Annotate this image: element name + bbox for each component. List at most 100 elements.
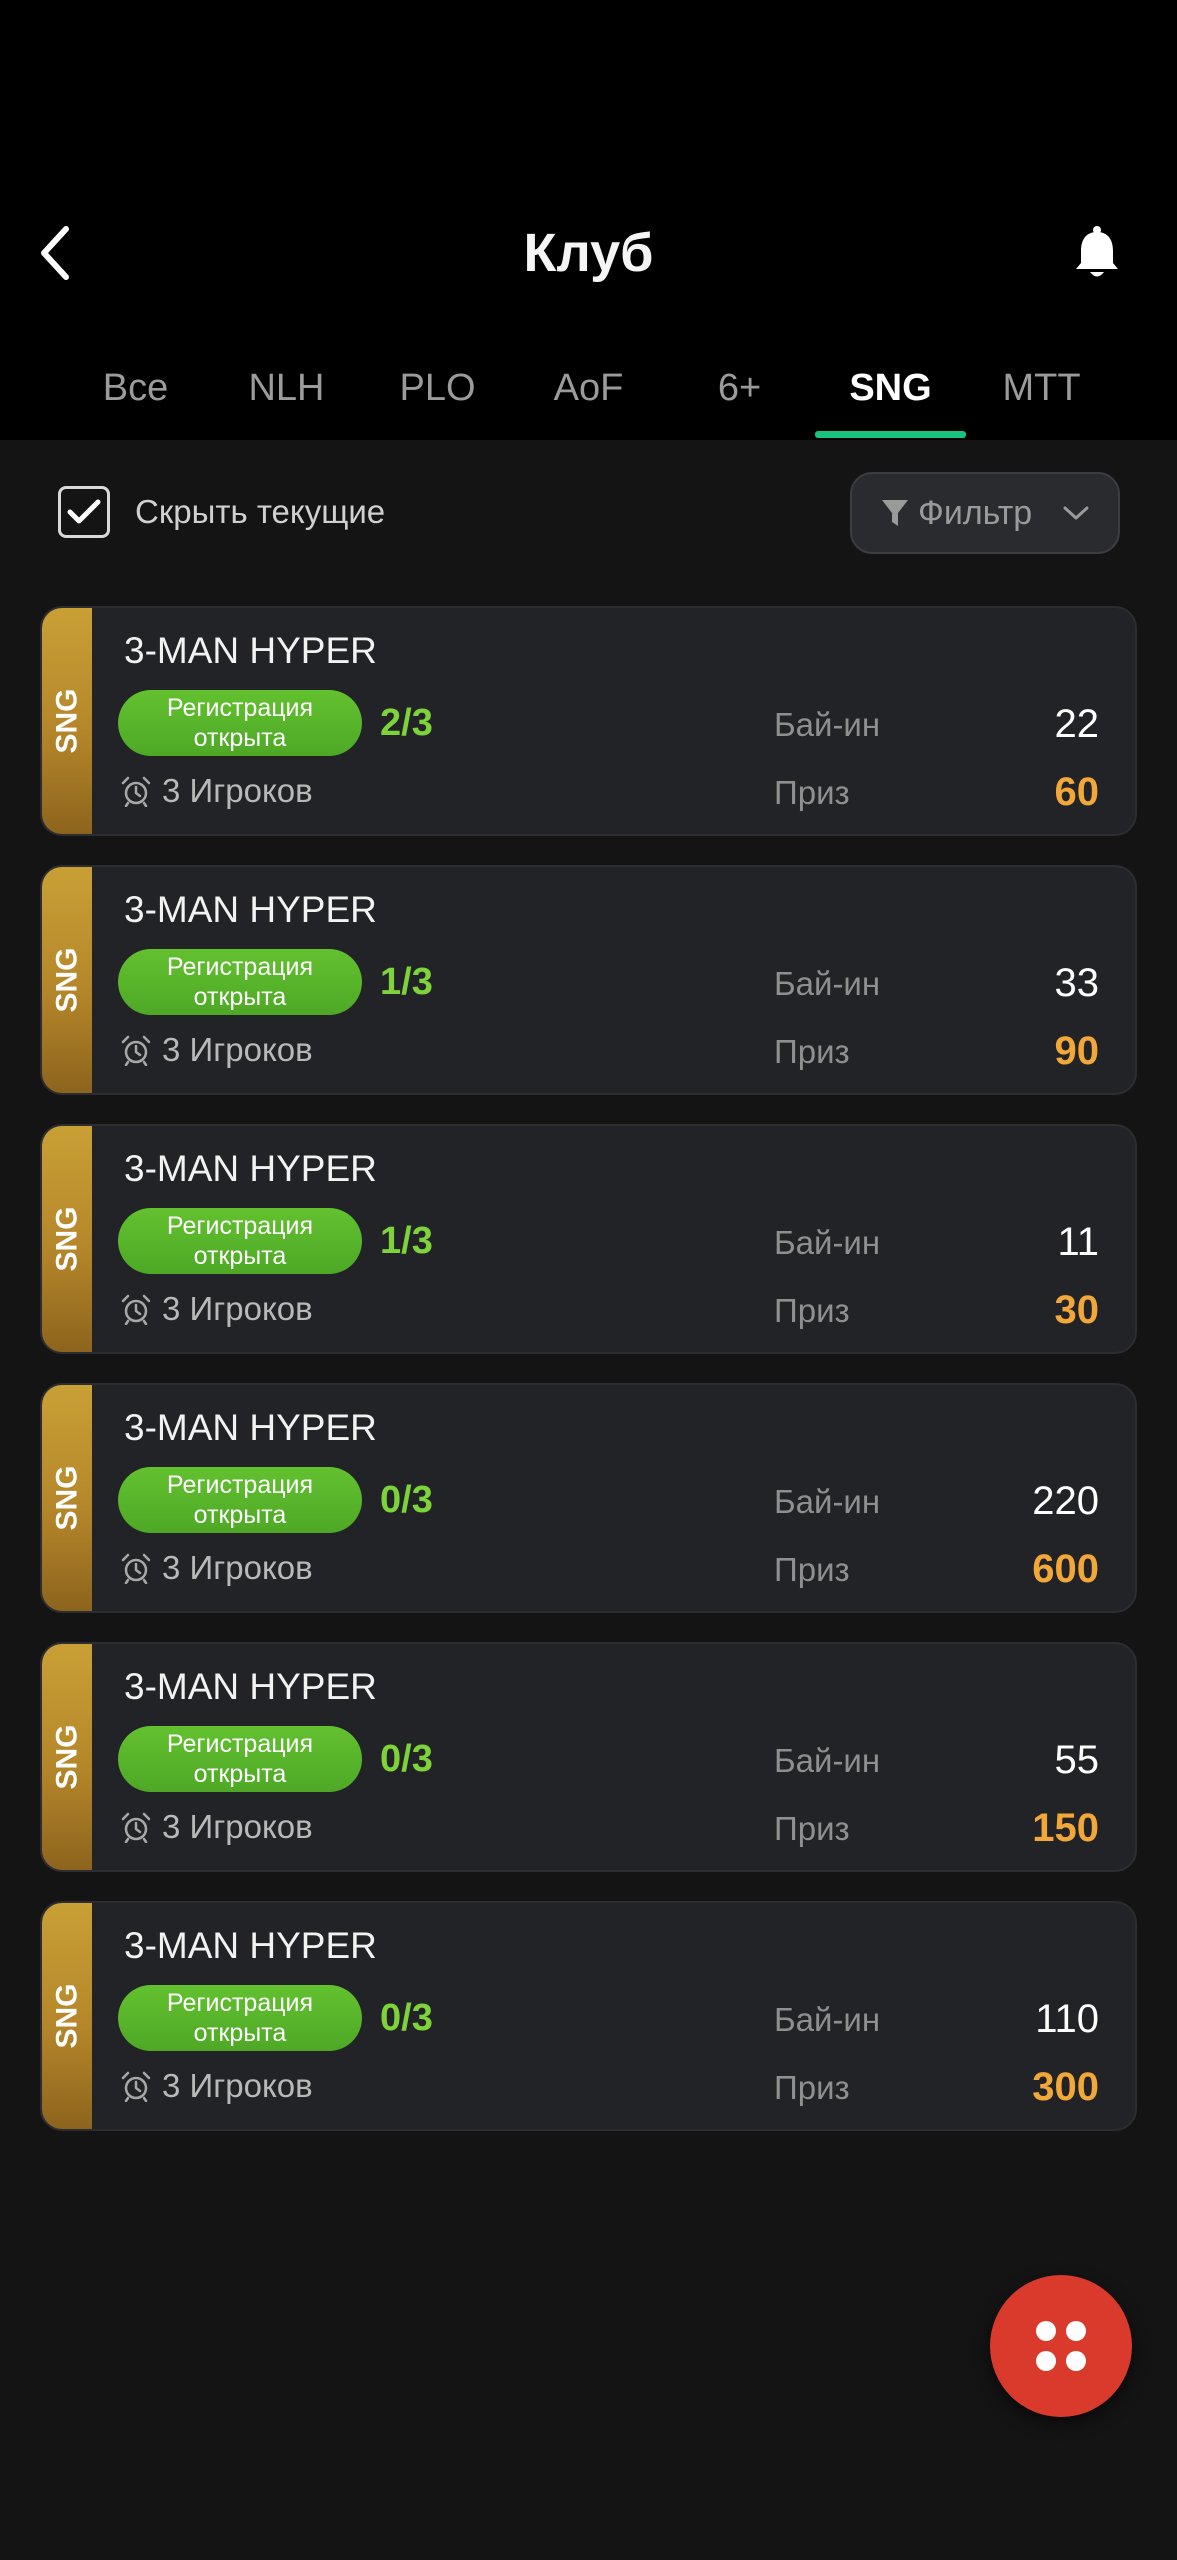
status-line-1: Регистрация [166, 1730, 314, 1758]
alarm-clock-icon [121, 1553, 151, 1584]
game-type-stripe: SNG [42, 1385, 92, 1611]
prize-value: 60 [1054, 770, 1100, 814]
players-info: 3 Игроков [120, 771, 313, 811]
buyin-value: 22 [1054, 702, 1100, 746]
alarm-clock-icon [121, 1812, 151, 1843]
alarm-clock-icon [121, 1035, 151, 1066]
players-label: 3 Игроков [162, 1031, 313, 1068]
game-type-stripe: SNG [42, 867, 92, 1093]
tournament-list: SNG 3-MAN HYPER Регистрация открыта 2/3 … [40, 606, 1137, 2160]
tab-plo[interactable]: PLO [362, 350, 513, 440]
tab-aof[interactable]: AoF [513, 350, 664, 440]
hide-current-checkbox[interactable] [58, 486, 110, 538]
buyin-label: Бай-ин [774, 965, 881, 1002]
chevron-down-icon [1063, 506, 1089, 520]
tab-all[interactable]: Все [60, 350, 211, 440]
buyin-label: Бай-ин [774, 1483, 881, 1520]
status-line-2: открыта [193, 983, 287, 1011]
prize-value: 600 [1032, 1547, 1099, 1591]
prize-value: 300 [1032, 2065, 1099, 2109]
tournament-title: 3-MAN HYPER [124, 1148, 377, 1189]
tab-mtt[interactable]: MTT [966, 350, 1117, 440]
buyin-value: 220 [1032, 1479, 1099, 1523]
tournament-card[interactable]: SNG 3-MAN HYPER Регистрация открыта 1/3 … [40, 865, 1137, 1095]
status-badge: Регистрация открыта [118, 1208, 362, 1274]
players-label: 3 Игроков [162, 772, 313, 809]
prize-value: 150 [1032, 1806, 1099, 1850]
tournament-card[interactable]: SNG 3-MAN HYPER Регистрация открыта 0/3 … [40, 1383, 1137, 1613]
seats-count: 1/3 [380, 961, 433, 1003]
tournament-title: 3-MAN HYPER [124, 1666, 377, 1707]
buyin-label: Бай-ин [774, 2001, 881, 2038]
status-badge: Регистрация открыта [118, 1467, 362, 1533]
buyin-value: 55 [1054, 1738, 1100, 1782]
status-line-2: открыта [193, 724, 287, 752]
notifications-button[interactable] [1067, 220, 1127, 286]
tournament-card[interactable]: SNG 3-MAN HYPER Регистрация открыта 2/3 … [40, 606, 1137, 836]
status-line-1: Регистрация [166, 953, 314, 981]
players-label: 3 Игроков [162, 2067, 313, 2104]
hide-current-label[interactable]: Скрыть текущие [135, 492, 385, 532]
buyin-value: 110 [1035, 1997, 1099, 2041]
game-type-label: SNG [50, 1465, 84, 1531]
game-type-label: SNG [50, 1983, 84, 2049]
status-badge: Регистрация открыта [118, 1985, 362, 2051]
status-line-2: открыта [193, 1501, 287, 1529]
players-info: 3 Игроков [120, 1289, 313, 1329]
funnel-icon [882, 500, 908, 526]
seats-count: 2/3 [380, 702, 433, 744]
filter-dropdown[interactable]: Фильтр [850, 472, 1120, 554]
buyin-label: Бай-ин [774, 706, 881, 743]
filter-row: Скрыть текущие Фильтр [0, 470, 1177, 560]
prize-label: Приз [774, 1033, 850, 1070]
tab-sng[interactable]: SNG [815, 350, 966, 440]
seats-count: 0/3 [380, 1479, 433, 1521]
prize-label: Приз [774, 1810, 850, 1847]
tournament-card[interactable]: SNG 3-MAN HYPER Регистрация открыта 0/3 … [40, 1642, 1137, 1872]
game-type-label: SNG [50, 1206, 84, 1272]
seats-count: 0/3 [380, 1997, 433, 2039]
alarm-clock-icon [121, 2071, 151, 2102]
status-line-1: Регистрация [166, 1471, 314, 1499]
buyin-label: Бай-ин [774, 1224, 881, 1261]
players-label: 3 Игроков [162, 1549, 313, 1586]
prize-label: Приз [774, 1551, 850, 1588]
tournament-card[interactable]: SNG 3-MAN HYPER Регистрация открыта 0/3 … [40, 1901, 1137, 2131]
tournament-title: 3-MAN HYPER [124, 1925, 377, 1966]
tab-6plus[interactable]: 6+ [664, 350, 815, 440]
top-bar: Клуб Все NLH PLO AoF 6+ SNG MTT [0, 0, 1177, 440]
buyin-value: 33 [1054, 961, 1100, 1005]
prize-label: Приз [774, 2069, 850, 2106]
tournament-title: 3-MAN HYPER [124, 630, 377, 671]
menu-fab-button[interactable] [990, 2275, 1132, 2417]
players-label: 3 Игроков [162, 1290, 313, 1327]
game-type-stripe: SNG [42, 1644, 92, 1870]
game-type-tabs: Все NLH PLO AoF 6+ SNG MTT [60, 350, 1130, 440]
bell-icon [1076, 226, 1118, 277]
status-badge: Регистрация открыта [118, 1726, 362, 1792]
filter-label: Фильтр [918, 493, 1033, 532]
status-line-2: открыта [193, 1760, 287, 1788]
game-type-label: SNG [50, 1724, 84, 1790]
status-line-1: Регистрация [166, 1989, 314, 2017]
status-line-2: открыта [193, 1242, 287, 1270]
page-title: Клуб [523, 223, 654, 283]
seats-count: 0/3 [380, 1738, 433, 1780]
status-badge: Регистрация открыта [118, 690, 362, 756]
players-info: 3 Игроков [120, 2066, 313, 2106]
tab-nlh[interactable]: NLH [211, 350, 362, 440]
status-badge: Регистрация открыта [118, 949, 362, 1015]
checkmark-icon [67, 499, 101, 524]
prize-value: 30 [1054, 1288, 1100, 1332]
game-type-stripe: SNG [42, 1903, 92, 2129]
game-type-label: SNG [50, 947, 84, 1013]
tournament-title: 3-MAN HYPER [124, 889, 377, 930]
game-type-label: SNG [50, 688, 84, 754]
tournament-card[interactable]: SNG 3-MAN HYPER Регистрация открыта 1/3 … [40, 1124, 1137, 1354]
status-line-1: Регистрация [166, 694, 314, 722]
alarm-clock-icon [121, 776, 151, 807]
status-line-1: Регистрация [166, 1212, 314, 1240]
seats-count: 1/3 [380, 1220, 433, 1262]
game-type-stripe: SNG [42, 608, 92, 834]
status-line-2: открыта [193, 2019, 287, 2047]
